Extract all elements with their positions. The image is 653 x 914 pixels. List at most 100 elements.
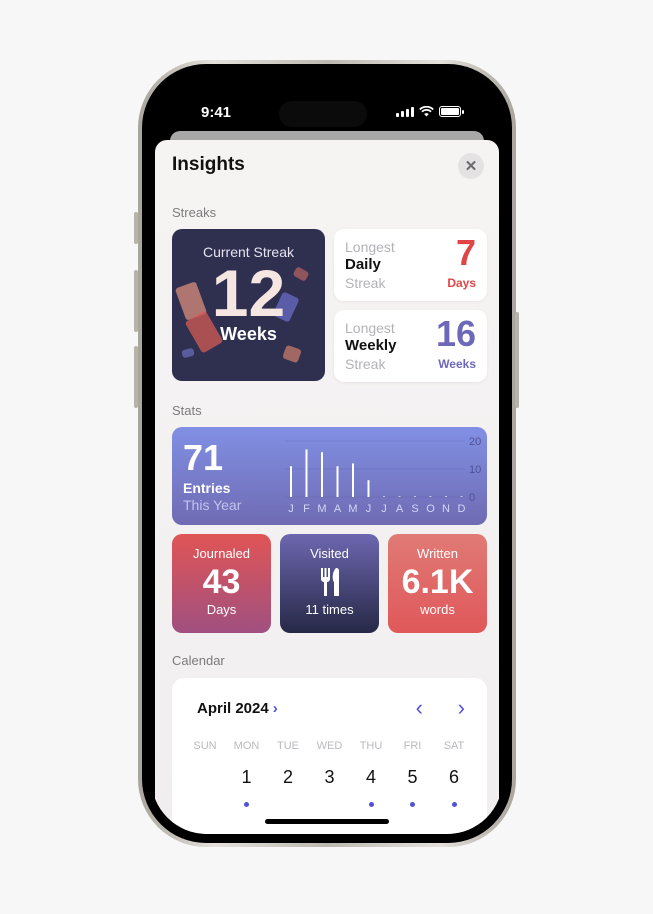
- calendar-section-label: Calendar: [172, 653, 225, 668]
- chevron-right-icon: ›: [272, 700, 278, 717]
- calendar-day[interactable]: 3: [310, 767, 350, 788]
- visited-card[interactable]: Visited 11 times: [280, 534, 379, 633]
- current-streak-value: 12: [211, 256, 286, 330]
- entries-value: 71: [183, 437, 224, 478]
- x-tick-label: J: [381, 503, 387, 515]
- previous-month-button[interactable]: ‹: [416, 695, 423, 721]
- bar: [445, 496, 447, 497]
- daily-streak-line3: Streak: [345, 275, 386, 291]
- written-card[interactable]: Written 6.1K words: [388, 534, 487, 633]
- visited-title: Visited: [310, 546, 349, 561]
- calendar-day[interactable]: 1: [227, 767, 267, 788]
- confetti-decoration: [181, 347, 195, 359]
- weekday-label: THU: [359, 740, 383, 752]
- volume-down-button: [134, 346, 138, 408]
- written-value: 6.1K: [401, 563, 474, 601]
- daily-streak-value: 7: [455, 232, 476, 273]
- status-time: 9:41: [201, 104, 232, 121]
- dynamic-island: [279, 101, 367, 127]
- entry-indicator-dot: [410, 802, 415, 807]
- x-tick-label: S: [411, 503, 418, 515]
- bar: [429, 496, 432, 497]
- y-tick-label: 0: [469, 492, 475, 504]
- calendar-day[interactable]: 2: [268, 767, 308, 788]
- screen: 9:41 Insights ✕ Streaks Current Streak 1…: [151, 73, 503, 834]
- daily-streak-unit: Days: [447, 276, 476, 290]
- bar: [367, 480, 370, 497]
- journaled-title: Journaled: [192, 546, 251, 561]
- weekday-label: WED: [316, 740, 343, 752]
- current-streak-card[interactable]: Current Streak 12 Weeks: [172, 229, 325, 381]
- phone-bezel: 9:41 Insights ✕ Streaks Current Streak 1…: [142, 64, 512, 843]
- page-title: Insights: [172, 154, 245, 175]
- bar: [321, 452, 323, 497]
- weekday-label: SAT: [443, 740, 465, 752]
- x-tick-label: D: [458, 503, 466, 515]
- current-streak-unit: Weeks: [220, 324, 277, 344]
- next-month-button[interactable]: ›: [458, 695, 465, 721]
- bar: [336, 466, 339, 497]
- entries-card[interactable]: 71 Entries This Year 0 10 20 J F M A M J J A S O N D: [172, 427, 487, 525]
- journaled-unit: Days: [206, 602, 237, 617]
- journaled-card[interactable]: Journaled 43 Days: [172, 534, 271, 633]
- chevron-right-icon: ›: [457, 695, 465, 720]
- fork-knife-icon: [320, 567, 339, 596]
- journaled-value: 43: [202, 563, 241, 601]
- longest-daily-streak-card[interactable]: Longest Daily Streak 7 Days: [334, 229, 487, 301]
- bar: [414, 496, 416, 497]
- bar: [352, 463, 354, 497]
- entries-sublabel: This Year: [183, 497, 242, 513]
- entry-indicator-dot: [244, 802, 249, 807]
- written-title: Written: [417, 546, 458, 561]
- bar: [398, 496, 401, 497]
- weekday-label: MON: [233, 740, 260, 752]
- calendar-day[interactable]: 5: [393, 767, 433, 788]
- x-tick-label: J: [288, 503, 294, 515]
- month-picker[interactable]: April 2024 ›: [197, 700, 278, 717]
- bar: [290, 466, 292, 497]
- entries-label: Entries: [183, 480, 231, 496]
- streaks-section-label: Streaks: [172, 205, 217, 220]
- cellular-signal-icon: [396, 107, 414, 117]
- stats-section-label: Stats: [172, 403, 202, 418]
- month-label: April 2024: [197, 700, 269, 717]
- home-indicator[interactable]: [265, 819, 389, 824]
- entry-indicator-dot: [451, 802, 457, 807]
- longest-weekly-streak-card[interactable]: Longest Weekly Streak 16 Weeks: [334, 310, 487, 382]
- close-button[interactable]: ✕: [458, 153, 484, 179]
- x-tick-label: F: [303, 503, 310, 515]
- entry-indicator-dot: [368, 802, 374, 807]
- x-tick-label: A: [396, 503, 404, 515]
- x-tick-label: N: [442, 503, 450, 515]
- entries-bar-chart: 01020J F M A M J J A S O N D: [285, 436, 481, 515]
- weekday-label: FRI: [403, 740, 422, 752]
- weekly-streak-line1: Longest: [345, 320, 395, 336]
- bar: [305, 449, 308, 497]
- weekly-streak-value: 16: [435, 313, 476, 354]
- bar: [460, 496, 463, 497]
- weekday-label: TUE: [277, 740, 299, 752]
- weekly-streak-line3: Streak: [345, 356, 386, 372]
- weekly-streak-line2: Weekly: [345, 337, 397, 354]
- daily-streak-line2: Daily: [345, 256, 381, 273]
- close-icon: ✕: [464, 158, 478, 175]
- calendar-day[interactable]: 4: [351, 767, 391, 788]
- x-tick-label: M: [348, 503, 357, 515]
- confetti-decoration: [282, 344, 302, 364]
- phone-frame: 9:41 Insights ✕ Streaks Current Streak 1…: [138, 60, 516, 847]
- x-tick-label: M: [317, 503, 326, 515]
- x-tick-label: O: [426, 503, 435, 515]
- power-button: [515, 312, 519, 408]
- y-tick-label: 10: [469, 464, 481, 476]
- status-bar: 9:41: [151, 101, 503, 127]
- visited-unit: 11 times: [305, 602, 354, 617]
- chevron-left-icon: ‹: [415, 695, 423, 720]
- calendar-card: April 2024 › ‹ › SUN MON TUE WED THU FRI SAT 12…: [172, 678, 487, 834]
- bar: [383, 496, 385, 497]
- written-unit: words: [420, 602, 455, 617]
- volume-up-button: [134, 270, 138, 332]
- insights-sheet: Insights ✕ Streaks Current Streak 12 Wee…: [155, 140, 499, 834]
- weekly-streak-unit: Weeks: [438, 357, 476, 371]
- calendar-day[interactable]: 6: [434, 767, 474, 788]
- x-tick-label: J: [366, 503, 372, 515]
